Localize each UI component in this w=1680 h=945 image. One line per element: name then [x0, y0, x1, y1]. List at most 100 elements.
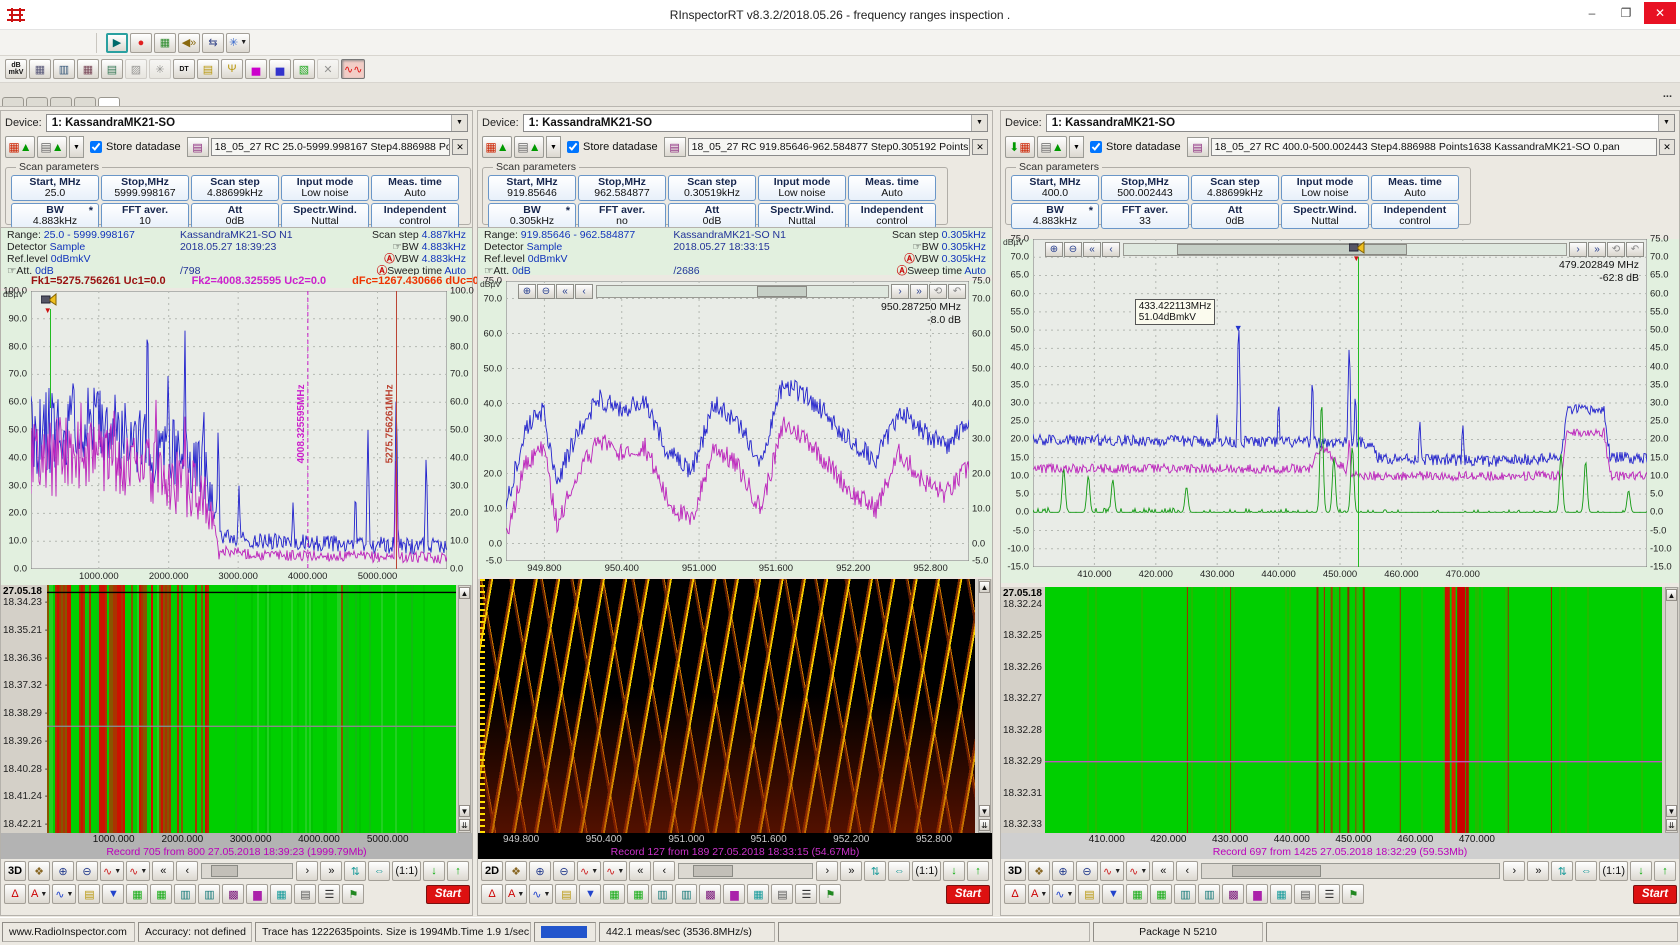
palette-button[interactable]: ❖	[1028, 861, 1050, 881]
scan-param-button[interactable]: Input mode Low noise	[1281, 175, 1369, 201]
notes-button[interactable]: ▤	[771, 884, 793, 904]
horizontal-scrollbar[interactable]	[1201, 863, 1500, 879]
menu-item[interactable]	[68, 39, 88, 47]
chart-scrollbar[interactable]	[596, 285, 889, 298]
zoom-in-icon[interactable]: ⊕	[518, 284, 536, 299]
scan-to-database-button[interactable]: ⬇▦	[1005, 136, 1035, 158]
zoom-in-button[interactable]: ⊕	[1052, 861, 1074, 881]
shift-down-button[interactable]: ↓	[423, 861, 445, 881]
waterfall-display[interactable]: 27.05.1818.34.23 -18.35.21 -18.36.36 -18…	[1, 585, 472, 833]
trace-select-button[interactable]: ∿▼	[529, 884, 553, 904]
file-icon-button[interactable]: ▤	[187, 137, 209, 157]
scan-to-database-button[interactable]: ▦▲	[5, 136, 35, 158]
antenna-mast-button[interactable]: ✳	[149, 59, 171, 79]
status-website[interactable]: www.RadioInspector.com	[2, 922, 135, 942]
signal-table-button[interactable]: ▥	[174, 884, 196, 904]
reset-zoom-icon[interactable]: ⟲	[1607, 242, 1625, 257]
scrollbar-thumb[interactable]	[757, 286, 806, 297]
chevron-down-icon[interactable]: ▼	[451, 115, 467, 131]
marker-list-button[interactable]: A▼	[28, 884, 50, 904]
spectrum-chart[interactable]: dBµV100.0100.090.090.080.080.070.070.060…	[1, 291, 472, 585]
chart-scrollbar[interactable]	[1123, 243, 1567, 256]
keyboard-antenna-button[interactable]: ▤▲	[1037, 136, 1067, 158]
database-3d-button[interactable]: ▦	[77, 59, 99, 79]
mask-edit-button[interactable]: ▩	[222, 884, 244, 904]
chevron-down-icon[interactable]: ▼	[1658, 115, 1674, 131]
scan-param-button[interactable]: Scan step 0.30519kHz	[668, 175, 756, 201]
store-database-checkbox[interactable]: Store datadase	[567, 141, 658, 153]
file-icon-button[interactable]: ▤	[664, 137, 686, 157]
shift-down-button[interactable]: ↓	[943, 861, 965, 881]
grid-teal-button[interactable]: ▦	[270, 884, 292, 904]
iq-wave-button[interactable]: ∿∿	[341, 59, 365, 79]
scroll-end-icon[interactable]: ⇊	[979, 819, 990, 831]
scroll-up-icon[interactable]: ▲	[459, 587, 470, 599]
zoom-in-button[interactable]: ⊕	[52, 861, 74, 881]
device-select[interactable]: 1: KassandraMK21-SO ▼	[46, 114, 468, 132]
range-tab[interactable]	[74, 97, 96, 106]
waterfall-body[interactable]	[480, 579, 975, 833]
zoom-in-button[interactable]: ⊕	[529, 861, 551, 881]
marker-list-button[interactable]: A▼	[505, 884, 527, 904]
page-left-button[interactable]: «	[152, 861, 174, 881]
trace-style-button[interactable]: ∿▼	[100, 861, 124, 881]
maximize-button[interactable]: ❐	[1610, 2, 1642, 24]
db-mkv-units-button[interactable]: dB mkV	[5, 59, 27, 79]
page-right-icon[interactable]: »	[1588, 242, 1606, 257]
checkbox[interactable]	[90, 141, 102, 153]
threshold-style-button[interactable]: ∿▼	[126, 861, 150, 881]
scan-param-button[interactable]: Spectr.Wind. Nuttal	[758, 203, 846, 229]
page-right-icon[interactable]: »	[910, 284, 928, 299]
scan-options-dropdown[interactable]: ▼	[69, 136, 84, 158]
threshold-style-button[interactable]: ∿▼	[603, 861, 627, 881]
range-tab[interactable]	[26, 97, 48, 106]
notes-button[interactable]: ▤	[1294, 884, 1316, 904]
scan-param-button[interactable]: Stop,MHz 5999.998167	[101, 175, 189, 201]
step-left-icon[interactable]: ‹	[575, 284, 593, 299]
step-right-button[interactable]: ›	[1503, 861, 1525, 881]
scan-param-button[interactable]: FFT aver. 33	[1101, 203, 1189, 229]
scan-param-button[interactable]: Meas. time Auto	[1371, 175, 1459, 201]
file-name-field[interactable]: 18_05_27 RC 25.0-5999.998167 Step4.88698…	[211, 138, 450, 156]
notes-button[interactable]: ▤	[294, 884, 316, 904]
marker-info-box[interactable]: 433.422113MHz51.04dBmkV	[1135, 299, 1216, 325]
scan-param-button[interactable]: BW 0.305kHz *	[488, 203, 576, 229]
close-file-icon[interactable]: ✕	[452, 139, 468, 155]
scroll-down-icon[interactable]: ▼	[1666, 805, 1677, 817]
scan-param-button[interactable]: Input mode Low noise	[758, 175, 846, 201]
palette-button[interactable]: ❖	[28, 861, 50, 881]
chevron-down-icon[interactable]: ▼	[971, 115, 987, 131]
trace-style-button[interactable]: ∿▼	[577, 861, 601, 881]
horizontal-scrollbar[interactable]	[678, 863, 813, 879]
scan-param-button[interactable]: Spectr.Wind. Nuttal	[1281, 203, 1369, 229]
range-tab[interactable]	[2, 97, 24, 106]
scan-param-button[interactable]: Input mode Low noise	[281, 175, 369, 201]
start-button[interactable]: Start	[426, 885, 470, 904]
scroll-down-icon[interactable]: ▼	[979, 805, 990, 817]
page-left-icon[interactable]: «	[1083, 242, 1101, 257]
store-database-checkbox[interactable]: Store datadase	[1090, 141, 1181, 153]
undo-zoom-icon[interactable]: ↶	[1626, 242, 1644, 257]
spectrum-purple-button[interactable]: ▆	[723, 884, 745, 904]
flag-button[interactable]: ⚑	[1342, 884, 1364, 904]
menu-item[interactable]	[8, 39, 28, 47]
scroll-up-icon[interactable]: ▲	[979, 581, 990, 593]
run-button[interactable]: ▶	[106, 33, 128, 53]
zoom-out-icon[interactable]: ⊖	[1064, 242, 1082, 257]
scan-param-button[interactable]: Stop,MHz 500.002443	[1101, 175, 1189, 201]
scrollbar-thumb[interactable]	[1177, 244, 1407, 255]
scan-param-button[interactable]: BW 4.883kHz *	[11, 203, 99, 229]
scan-param-button[interactable]: BW 4.883kHz *	[1011, 203, 1099, 229]
scan-options-dropdown[interactable]: ▼	[1069, 136, 1084, 158]
waterfall-scrollbar[interactable]: ▲▼⇊	[1665, 587, 1678, 833]
grid-teal-button[interactable]: ▦	[747, 884, 769, 904]
flag-button[interactable]: ⚑	[342, 884, 364, 904]
fit-horizontal-button[interactable]: ⇔	[368, 861, 390, 881]
scan-param-button[interactable]: Independent control	[1371, 203, 1459, 229]
step-right-button[interactable]: ›	[296, 861, 318, 881]
close-file-icon[interactable]: ✕	[1659, 139, 1675, 155]
scan-param-button[interactable]: Att 0dB	[668, 203, 756, 229]
scrollbar-thumb[interactable]	[693, 865, 733, 877]
shift-up-button[interactable]: ↑	[967, 861, 989, 881]
scale-1-1-button[interactable]: (1:1)	[1599, 861, 1628, 881]
